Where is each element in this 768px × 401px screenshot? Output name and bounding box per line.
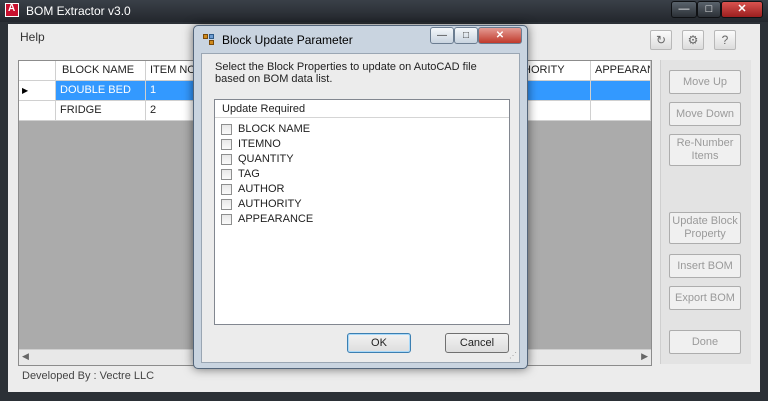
dialog-app-icon: [203, 34, 215, 46]
list-item[interactable]: AUTHORITY: [221, 197, 302, 212]
checkbox[interactable]: [221, 184, 232, 195]
menu-help[interactable]: Help: [20, 30, 45, 44]
autocad-icon: [5, 3, 19, 17]
checkbox[interactable]: [221, 139, 232, 150]
action-panel: Move Up Move Down Re-Number Items Update…: [660, 60, 751, 364]
dialog-close-button[interactable]: ✕: [478, 27, 522, 44]
checkbox[interactable]: [221, 214, 232, 225]
list-item-label: AUTHOR: [238, 183, 285, 195]
cancel-button[interactable]: Cancel: [445, 333, 509, 353]
grid-corner: [19, 61, 56, 81]
insert-bom-button[interactable]: Insert BOM: [669, 254, 741, 278]
resize-grip-icon[interactable]: ⋰: [509, 351, 517, 360]
scroll-left-icon[interactable]: ◀: [22, 351, 29, 362]
list-item-label: ITEMNO: [238, 138, 281, 150]
column-header-appearance[interactable]: APPEARAN: [591, 61, 651, 81]
cell-block-name[interactable]: FRIDGE: [56, 101, 146, 121]
cell-authority[interactable]: [519, 101, 591, 121]
help-icon[interactable]: ?: [714, 30, 736, 50]
list-item[interactable]: AUTHOR: [221, 182, 284, 197]
cell-block-name[interactable]: DOUBLE BED: [56, 81, 146, 101]
checkbox[interactable]: [221, 169, 232, 180]
done-button[interactable]: Done: [669, 330, 741, 354]
list-header: Update Required: [215, 100, 509, 118]
list-item[interactable]: QUANTITY: [221, 152, 294, 167]
cell-appearance[interactable]: [591, 101, 651, 121]
list-item[interactable]: BLOCK NAME: [221, 122, 310, 137]
update-required-list[interactable]: Update Required BLOCK NAME ITEMNO QUANTI…: [214, 99, 510, 325]
gear-icon[interactable]: ⚙: [682, 30, 704, 50]
developer-credit: Developed By : Vectre LLC: [22, 370, 155, 382]
list-item-label: QUANTITY: [238, 153, 294, 165]
refresh-icon[interactable]: ↻: [650, 30, 672, 50]
renumber-items-button[interactable]: Re-Number Items: [669, 134, 741, 166]
list-item-label: BLOCK NAME: [238, 123, 311, 135]
update-block-property-button[interactable]: Update Block Property: [669, 212, 741, 244]
scroll-right-icon[interactable]: ▶: [641, 351, 648, 362]
cell-appearance[interactable]: [591, 81, 651, 101]
maximize-button[interactable]: □: [697, 1, 721, 18]
column-header-authority[interactable]: HORITY: [519, 61, 591, 81]
checkbox[interactable]: [221, 199, 232, 210]
move-down-button[interactable]: Move Down: [669, 102, 741, 126]
window-title: BOM Extractor v3.0: [26, 4, 131, 18]
column-header-block-name[interactable]: BLOCK NAME: [56, 61, 146, 81]
dialog-minimize-button[interactable]: —: [430, 27, 454, 44]
dialog-description: Select the Block Properties to update on…: [215, 61, 477, 85]
checkbox[interactable]: [221, 124, 232, 135]
ok-button[interactable]: OK: [347, 333, 411, 353]
minimize-button[interactable]: —: [671, 1, 697, 18]
dialog-maximize-button[interactable]: □: [454, 27, 478, 44]
checkbox[interactable]: [221, 154, 232, 165]
list-item[interactable]: ITEMNO: [221, 137, 281, 152]
dialog-body: Select the Block Properties to update on…: [201, 53, 520, 363]
block-update-dialog: Block Update Parameter — □ ✕ Select the …: [193, 25, 528, 369]
move-up-button[interactable]: Move Up: [669, 70, 741, 94]
title-bar[interactable]: BOM Extractor v3.0 — □ ✕: [0, 0, 768, 22]
dialog-title: Block Update Parameter: [222, 33, 353, 47]
list-item-label: TAG: [238, 168, 260, 180]
row-header: [19, 101, 56, 121]
close-button[interactable]: ✕: [721, 1, 763, 18]
list-item[interactable]: APPEARANCE: [221, 212, 313, 227]
cell-authority[interactable]: [519, 81, 591, 101]
list-item-label: APPEARANCE: [238, 213, 314, 225]
row-indicator-icon: ▶: [19, 81, 56, 101]
list-item[interactable]: TAG: [221, 167, 260, 182]
export-bom-button[interactable]: Export BOM: [669, 286, 741, 310]
list-item-label: AUTHORITY: [238, 198, 302, 210]
